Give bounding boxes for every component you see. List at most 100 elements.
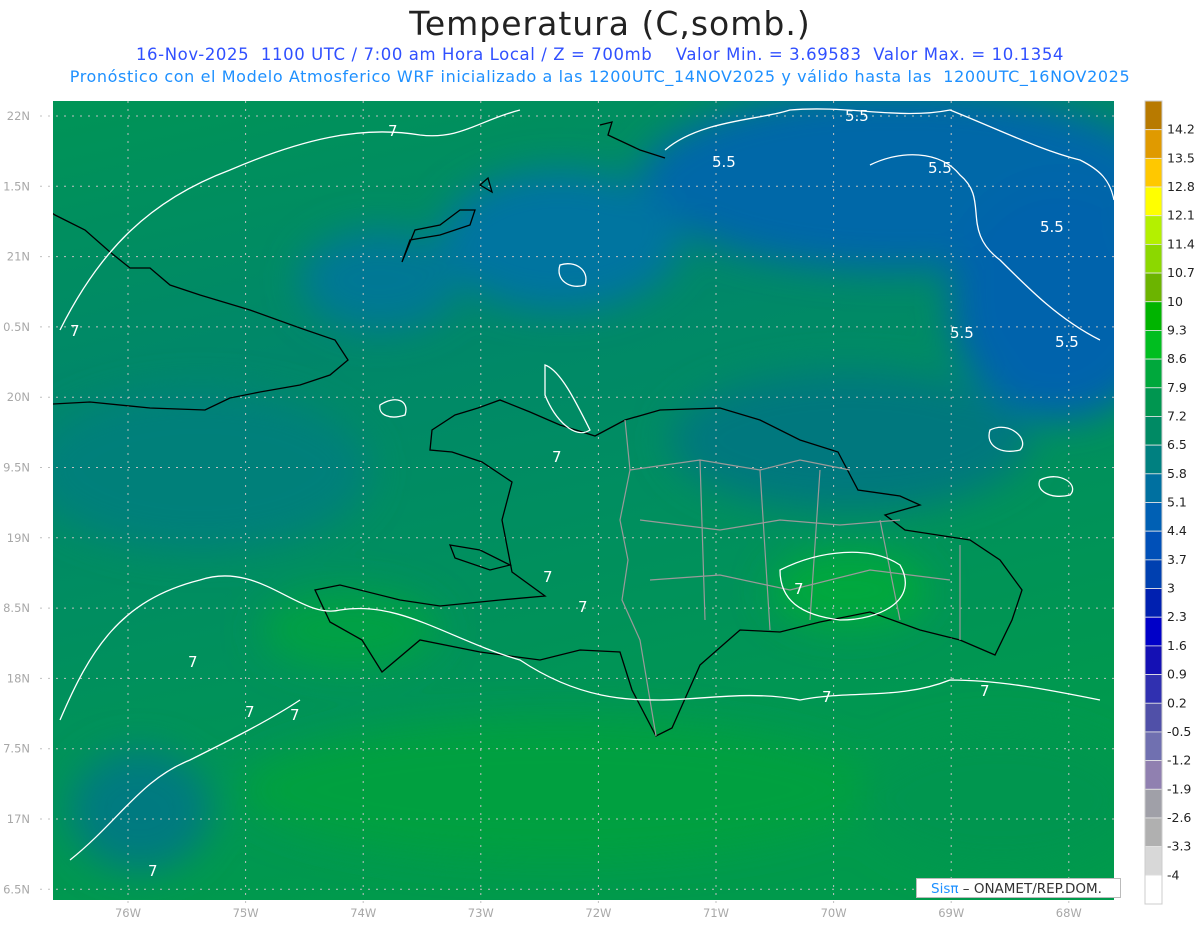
lon-tick-label: 71W bbox=[703, 906, 729, 920]
colorbar-label: -1.2 bbox=[1167, 753, 1191, 768]
colorbar-swatch bbox=[1144, 645, 1163, 675]
lat-tick-label: 22N bbox=[7, 109, 30, 123]
colorbar-swatch bbox=[1144, 358, 1163, 389]
contour-label: 7 bbox=[290, 706, 300, 724]
contour-label: 7 bbox=[794, 580, 804, 598]
colorbar-swatch bbox=[1144, 100, 1163, 131]
lon-tick-label: 76W bbox=[115, 906, 141, 920]
colorbar-label: 11.4 bbox=[1167, 236, 1195, 251]
lat-tick-label: 18N bbox=[7, 671, 30, 685]
lat-tick-label: 6.5N bbox=[3, 882, 30, 896]
contour-label: 7 bbox=[980, 682, 990, 700]
colorbar-label: -2.6 bbox=[1167, 810, 1191, 825]
colorbar-label: 5.8 bbox=[1167, 466, 1187, 481]
lon-tick-label: 68W bbox=[1056, 906, 1082, 920]
contour-label: 7 bbox=[70, 322, 80, 340]
colorbar-swatch bbox=[1144, 157, 1163, 188]
colorbar-swatch bbox=[1144, 186, 1163, 217]
colorbar-swatch bbox=[1144, 502, 1163, 532]
colorbar-label: -4 bbox=[1167, 867, 1180, 882]
contour-label: 5.5 bbox=[928, 159, 952, 177]
colorbar-label: 12.8 bbox=[1167, 179, 1195, 194]
colorbar-label: 14.2 bbox=[1167, 122, 1195, 137]
colorbar-swatch bbox=[1144, 731, 1163, 762]
contour-label: 5.5 bbox=[712, 153, 736, 171]
colorbar-label: 0.9 bbox=[1167, 667, 1187, 682]
colorbar-swatch bbox=[1144, 874, 1163, 905]
colorbar-label: -1.9 bbox=[1167, 781, 1191, 796]
contour-label: 7 bbox=[822, 688, 832, 706]
colorbar-label: 2.3 bbox=[1167, 609, 1187, 624]
colorbar-label: 10.7 bbox=[1167, 265, 1195, 280]
lat-tick-label: 21N bbox=[7, 250, 30, 264]
colorbar-swatch bbox=[1144, 760, 1163, 790]
contour-label: 7 bbox=[188, 653, 198, 671]
colorbar-label: 13.5 bbox=[1167, 150, 1195, 165]
colorbar-label: 6.5 bbox=[1167, 437, 1187, 452]
colorbar-label: 3.7 bbox=[1167, 552, 1187, 567]
colorbar-swatch bbox=[1144, 330, 1163, 360]
colorbar-label: 12.1 bbox=[1167, 208, 1195, 223]
lat-tick-label: 1.5N bbox=[3, 179, 30, 193]
map-title: Temperatura (C,somb.) bbox=[409, 4, 811, 43]
colorbar-label: 10 bbox=[1167, 294, 1183, 309]
colorbar-label: -0.5 bbox=[1167, 724, 1191, 739]
colorbar-label: 0.2 bbox=[1167, 695, 1187, 710]
colorbar-swatch bbox=[1144, 846, 1163, 876]
colorbar-label: 3 bbox=[1167, 581, 1175, 596]
colorbar-swatch bbox=[1144, 588, 1163, 618]
colorbar-swatch bbox=[1144, 702, 1163, 733]
lon-tick-label: 75W bbox=[233, 906, 259, 920]
lat-tick-label: 9.5N bbox=[3, 461, 30, 475]
colorbar-swatch bbox=[1144, 444, 1163, 475]
contour-label: 7 bbox=[245, 703, 255, 721]
colorbar-swatch bbox=[1144, 616, 1163, 647]
colorbar-swatch bbox=[1144, 788, 1163, 819]
colorbar-swatch bbox=[1144, 387, 1163, 417]
colorbar-swatch bbox=[1144, 530, 1163, 561]
contour-label: 7 bbox=[552, 448, 562, 466]
lat-tick-label: 8.5N bbox=[3, 601, 30, 615]
colorbar-label: 7.9 bbox=[1167, 380, 1187, 395]
colorbar-label: -3.3 bbox=[1167, 839, 1191, 854]
temperature-map: 7777777 777 775.55.5 5.55.55.5 5.5 14.213.51… bbox=[3, 100, 1195, 920]
colorbar-swatch bbox=[1144, 272, 1163, 303]
lat-tick-label: 19N bbox=[7, 531, 30, 545]
colorbar-swatch bbox=[1144, 674, 1163, 704]
lon-tick-label: 74W bbox=[350, 906, 376, 920]
sispi-logo: Sisπ bbox=[931, 881, 959, 897]
lat-tick-label: 17N bbox=[7, 812, 30, 826]
contour-label: 7 bbox=[148, 862, 158, 880]
colorbar-label: 5.1 bbox=[1167, 495, 1187, 510]
lon-tick-label: 70W bbox=[821, 906, 847, 920]
lon-tick-label: 73W bbox=[468, 906, 494, 920]
lon-tick-label: 69W bbox=[938, 906, 964, 920]
colorbar-swatch bbox=[1144, 817, 1163, 848]
colorbar-swatch bbox=[1144, 215, 1163, 245]
contour-label: 5.5 bbox=[845, 107, 869, 125]
contour-label: 5.5 bbox=[1055, 333, 1079, 351]
credit-text: – ONAMET/REP.DOM. bbox=[958, 881, 1102, 897]
colorbar-label: 1.6 bbox=[1167, 638, 1187, 653]
colorbar-swatch bbox=[1144, 559, 1163, 589]
colorbar-swatch bbox=[1144, 301, 1163, 331]
colorbar-swatch bbox=[1144, 243, 1163, 274]
colorbar-legend: 14.2 13.5 12.8 12.1 11.4 10.7 10 9.3 8.6 7.9 7.2 6.… bbox=[1144, 100, 1195, 905]
contour-label: 7 bbox=[578, 598, 588, 616]
colorbar-swatch bbox=[1144, 416, 1163, 446]
colorbar-label: 4.4 bbox=[1167, 523, 1187, 538]
lat-tick-label: 0.5N bbox=[3, 320, 30, 334]
forecast-time-subtitle: 16-Nov-2025 1100 UTC / 7:00 am Hora Loca… bbox=[135, 45, 1065, 64]
lon-tick-label: 72W bbox=[585, 906, 611, 920]
contour-label: 5.5 bbox=[1040, 218, 1064, 236]
colorbar-label: 8.6 bbox=[1167, 351, 1187, 366]
credit-box: Sisπ – ONAMET/REP.DOM. bbox=[916, 878, 1121, 898]
colorbar-label: 9.3 bbox=[1167, 322, 1187, 337]
contour-label: 5.5 bbox=[950, 324, 974, 342]
contour-label: 7 bbox=[388, 122, 398, 140]
model-info-subtitle: Pronóstico con el Modelo Atmosferico WRF… bbox=[69, 67, 1131, 86]
colorbar-label: 7.2 bbox=[1167, 408, 1187, 423]
lat-tick-label: 20N bbox=[7, 390, 30, 404]
shaded-field bbox=[53, 101, 1114, 900]
contour-label: 7 bbox=[543, 568, 553, 586]
